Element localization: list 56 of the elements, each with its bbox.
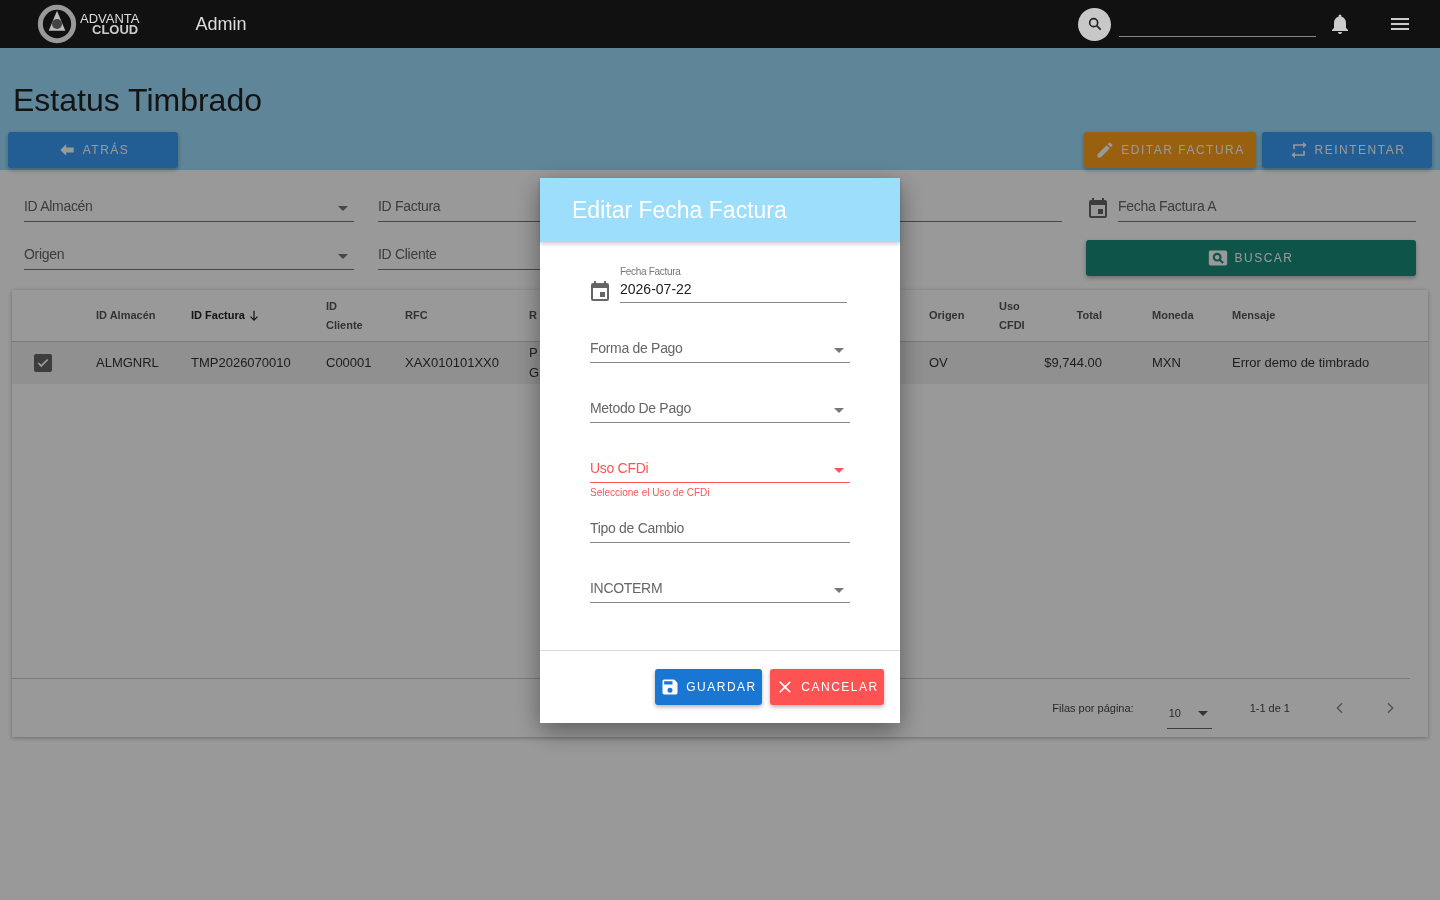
search-icon <box>1086 16 1103 32</box>
table-cell-text: ALMGNRL <box>96 354 160 373</box>
save-button[interactable]: GUARDAR <box>655 669 762 705</box>
select-field[interactable]: Origen <box>24 236 354 270</box>
search-button[interactable] <box>1078 7 1111 41</box>
date-field[interactable]: Fecha Factura A <box>1118 188 1416 222</box>
dialog-title: Editar Fecha Factura <box>540 178 900 242</box>
table-cell-text: TMP2026070010 <box>191 354 292 373</box>
caret-icon <box>834 468 844 473</box>
search-icon <box>1208 248 1229 268</box>
page-title: Estatus Timbrado <box>13 81 263 120</box>
table-cell-text: OV <box>929 354 949 373</box>
select-field[interactable]: ID Almacén <box>24 188 354 222</box>
error-message: Seleccione el Uso de CFDi <box>590 486 711 500</box>
column-header[interactable]: Uso CFDI <box>999 296 1040 335</box>
app-title: Admin <box>195 12 247 36</box>
calendar-icon <box>1086 196 1110 220</box>
table-cell-text: P G <box>529 344 541 382</box>
column-header[interactable]: Mensaje <box>1232 306 1428 325</box>
select-field[interactable]: Forma de Pago <box>590 329 850 363</box>
select-field[interactable]: Uso CFDi <box>590 449 850 483</box>
table-cell-text: XAX010101XX0 <box>405 354 500 373</box>
column-header[interactable]: Total <box>1040 306 1136 325</box>
column-header[interactable]: Origen <box>929 306 999 325</box>
caret-icon <box>834 348 844 353</box>
column-header[interactable]: ID Cliente <box>326 296 405 335</box>
retry-button[interactable]: REINTENTAR <box>1262 132 1432 168</box>
caret-icon <box>1197 711 1208 716</box>
table-cell-text: $9,744.00 <box>1043 354 1102 373</box>
column-header[interactable]: ID Factura <box>191 306 326 325</box>
back-button[interactable]: ATRÁS <box>8 132 178 168</box>
column-header[interactable]: Moneda <box>1136 306 1232 325</box>
table-cell-text: C00001 <box>326 354 373 373</box>
table-cell-text: Error demo de timbrado <box>1232 354 1371 373</box>
page-range: 1-1 de 1 <box>1249 700 1290 716</box>
column-header[interactable]: RFC <box>405 306 529 325</box>
logo-icon[interactable] <box>36 4 78 44</box>
field-label: Fecha Factura <box>620 265 682 279</box>
column-header[interactable]: ID Almacén <box>96 306 191 325</box>
select-field[interactable]: Metodo De Pago <box>590 389 850 423</box>
brand-logo-text[interactable]: ADVANTA CLOUD <box>80 13 140 35</box>
date-field[interactable]: 2026-07-22 <box>620 279 847 303</box>
caret-icon <box>834 588 844 593</box>
rows-per-page-select[interactable]: 10 <box>1166 695 1212 729</box>
caret-icon <box>338 254 348 259</box>
calendar-icon <box>588 279 612 303</box>
select-field[interactable]: INCOTERM <box>590 569 850 603</box>
check-icon <box>36 356 50 370</box>
table-cell-text: MXN <box>1152 354 1182 373</box>
rows-per-page-label: Filas por página: <box>1052 700 1134 716</box>
caret-icon <box>338 206 348 211</box>
search-button[interactable]: BUSCAR <box>1086 240 1416 276</box>
cancel-button[interactable]: CANCELAR <box>770 669 884 705</box>
checkbox[interactable] <box>34 354 52 372</box>
text-field[interactable]: Tipo de Cambio <box>590 509 850 543</box>
caret-icon <box>834 408 844 413</box>
